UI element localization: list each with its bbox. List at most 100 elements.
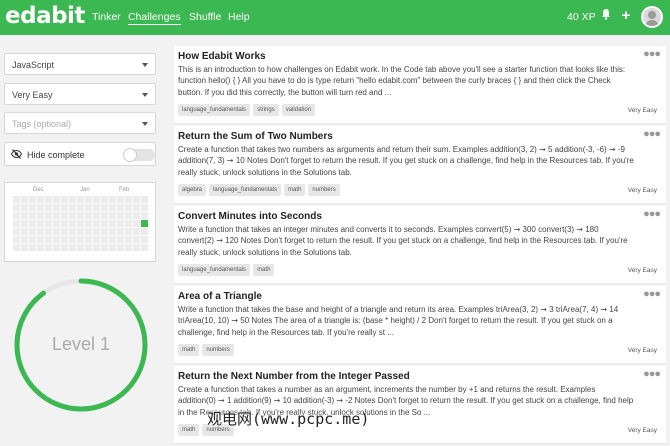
user-avatar[interactable] <box>641 6 663 28</box>
tag[interactable]: math <box>253 264 275 276</box>
heatmap-cell <box>77 212 84 219</box>
tag[interactable]: math <box>178 424 200 436</box>
difficulty-label: Very Easy <box>627 187 657 194</box>
heatmap-cell <box>13 212 20 219</box>
heatmap-cell <box>109 204 116 211</box>
nav-help[interactable]: Help <box>228 11 250 23</box>
heatmap-cell <box>125 244 132 251</box>
edabit-logo[interactable]: edabit <box>5 3 85 29</box>
challenge-card[interactable]: How Edabit Works This is an introduction… <box>174 46 666 124</box>
challenge-card[interactable]: Return the Next Number from the Integer … <box>174 366 666 444</box>
challenge-tags: algebra language_fundamentals math numbe… <box>178 184 340 196</box>
notification-bell-icon[interactable] <box>599 8 613 24</box>
toggle-knob <box>123 148 137 162</box>
heatmap-cell <box>77 228 84 235</box>
heatmap-cell <box>77 244 84 251</box>
tag[interactable]: algebra <box>178 184 207 196</box>
challenge-title[interactable]: How Edabit Works <box>178 51 266 62</box>
difficulty-label: Very Easy <box>627 427 657 434</box>
heatmap-cell <box>21 244 28 251</box>
nav-shuffle[interactable]: Shuffle <box>189 11 222 23</box>
heatmap-cell <box>101 212 108 219</box>
eye-slash-icon <box>11 149 22 159</box>
challenge-title[interactable]: Area of a Triangle <box>178 291 262 302</box>
heatmap-cell <box>125 212 132 219</box>
challenge-card[interactable]: Convert Minutes into Seconds Write a fun… <box>174 206 666 284</box>
add-plus-icon[interactable]: + <box>619 8 633 24</box>
hide-complete-row: Hide complete <box>4 142 156 166</box>
heatmap-cell <box>125 204 132 211</box>
heatmap-cell <box>101 220 108 227</box>
challenge-title[interactable]: Return the Sum of Two Numbers <box>178 131 333 142</box>
tag[interactable]: language_fundamentals <box>178 264 251 276</box>
heatmap-cell <box>29 212 36 219</box>
heatmap-cell <box>117 220 124 227</box>
challenge-card[interactable]: Return the Sum of Two Numbers Create a f… <box>174 126 666 204</box>
challenge-title[interactable]: Convert Minutes into Seconds <box>178 211 322 222</box>
challenge-card[interactable]: Area of a Triangle Write a function that… <box>174 286 666 364</box>
heatmap-cell <box>93 220 100 227</box>
heatmap-cell <box>37 244 44 251</box>
heatmap-cell <box>85 236 92 243</box>
more-options-icon[interactable]: ●●● <box>643 208 661 220</box>
heatmap-cell <box>29 204 36 211</box>
heatmap-cell <box>29 196 36 203</box>
heatmap-cell <box>53 204 60 211</box>
heatmap-cell <box>117 236 124 243</box>
heatmap-cell <box>21 196 28 203</box>
heatmap-cell <box>141 236 148 243</box>
tag[interactable]: math <box>178 344 200 356</box>
tag[interactable]: numbers <box>202 344 234 356</box>
more-options-icon[interactable]: ●●● <box>643 48 661 60</box>
nav-challenges[interactable]: Challenges <box>128 11 181 25</box>
tag[interactable]: language_fundamentals <box>209 184 282 196</box>
heatmap-cell <box>109 196 116 203</box>
heatmap-cell <box>29 244 36 251</box>
heatmap-cell <box>69 212 76 219</box>
hide-complete-toggle[interactable] <box>123 148 155 162</box>
heatmap-cell <box>37 196 44 203</box>
tag[interactable]: strings <box>253 104 279 116</box>
heatmap-cell <box>53 212 60 219</box>
heatmap-cell <box>109 212 116 219</box>
chevron-down-icon <box>142 63 148 67</box>
heatmap-cell <box>109 220 116 227</box>
heatmap-cell <box>45 196 52 203</box>
heatmap-cell <box>45 228 52 235</box>
heatmap-cell <box>77 204 84 211</box>
more-options-icon[interactable]: ●●● <box>643 288 661 300</box>
heatmap-cell <box>101 196 108 203</box>
chevron-down-icon <box>142 122 148 126</box>
language-select[interactable]: JavaScript <box>4 53 156 75</box>
difficulty-label: Very Easy <box>627 347 657 354</box>
heatmap-cell <box>53 220 60 227</box>
heatmap-cell <box>61 228 68 235</box>
heatmap-cell <box>29 220 36 227</box>
difficulty-select-value: Very Easy <box>12 90 53 100</box>
heatmap-cell <box>85 204 92 211</box>
heatmap-cell <box>85 244 92 251</box>
heatmap-cell <box>117 228 124 235</box>
tag[interactable]: language_fundamentals <box>178 104 251 116</box>
heatmap-cell <box>117 244 124 251</box>
challenge-title[interactable]: Return the Next Number from the Integer … <box>178 371 410 382</box>
month-label: Feb <box>119 187 130 193</box>
heatmap-cell <box>13 236 20 243</box>
more-options-icon[interactable]: ●●● <box>643 128 661 140</box>
difficulty-select[interactable]: Very Easy <box>4 83 156 105</box>
tag[interactable]: numbers <box>308 184 340 196</box>
heatmap-cell <box>69 244 76 251</box>
heatmap-cell <box>45 244 52 251</box>
more-options-icon[interactable]: ●●● <box>643 368 661 380</box>
tags-select-placeholder: Tags (optional) <box>12 119 72 129</box>
heatmap-cell <box>13 196 20 203</box>
tags-select[interactable]: Tags (optional) <box>4 112 156 134</box>
heatmap-cell <box>85 212 92 219</box>
heatmap-cell <box>77 236 84 243</box>
tag[interactable]: math <box>284 184 306 196</box>
nav-tinker[interactable]: Tinker <box>92 11 121 23</box>
heatmap-cell <box>117 196 124 203</box>
heatmap-cell <box>61 196 68 203</box>
heatmap-cell <box>61 220 68 227</box>
tag[interactable]: validation <box>281 104 316 116</box>
